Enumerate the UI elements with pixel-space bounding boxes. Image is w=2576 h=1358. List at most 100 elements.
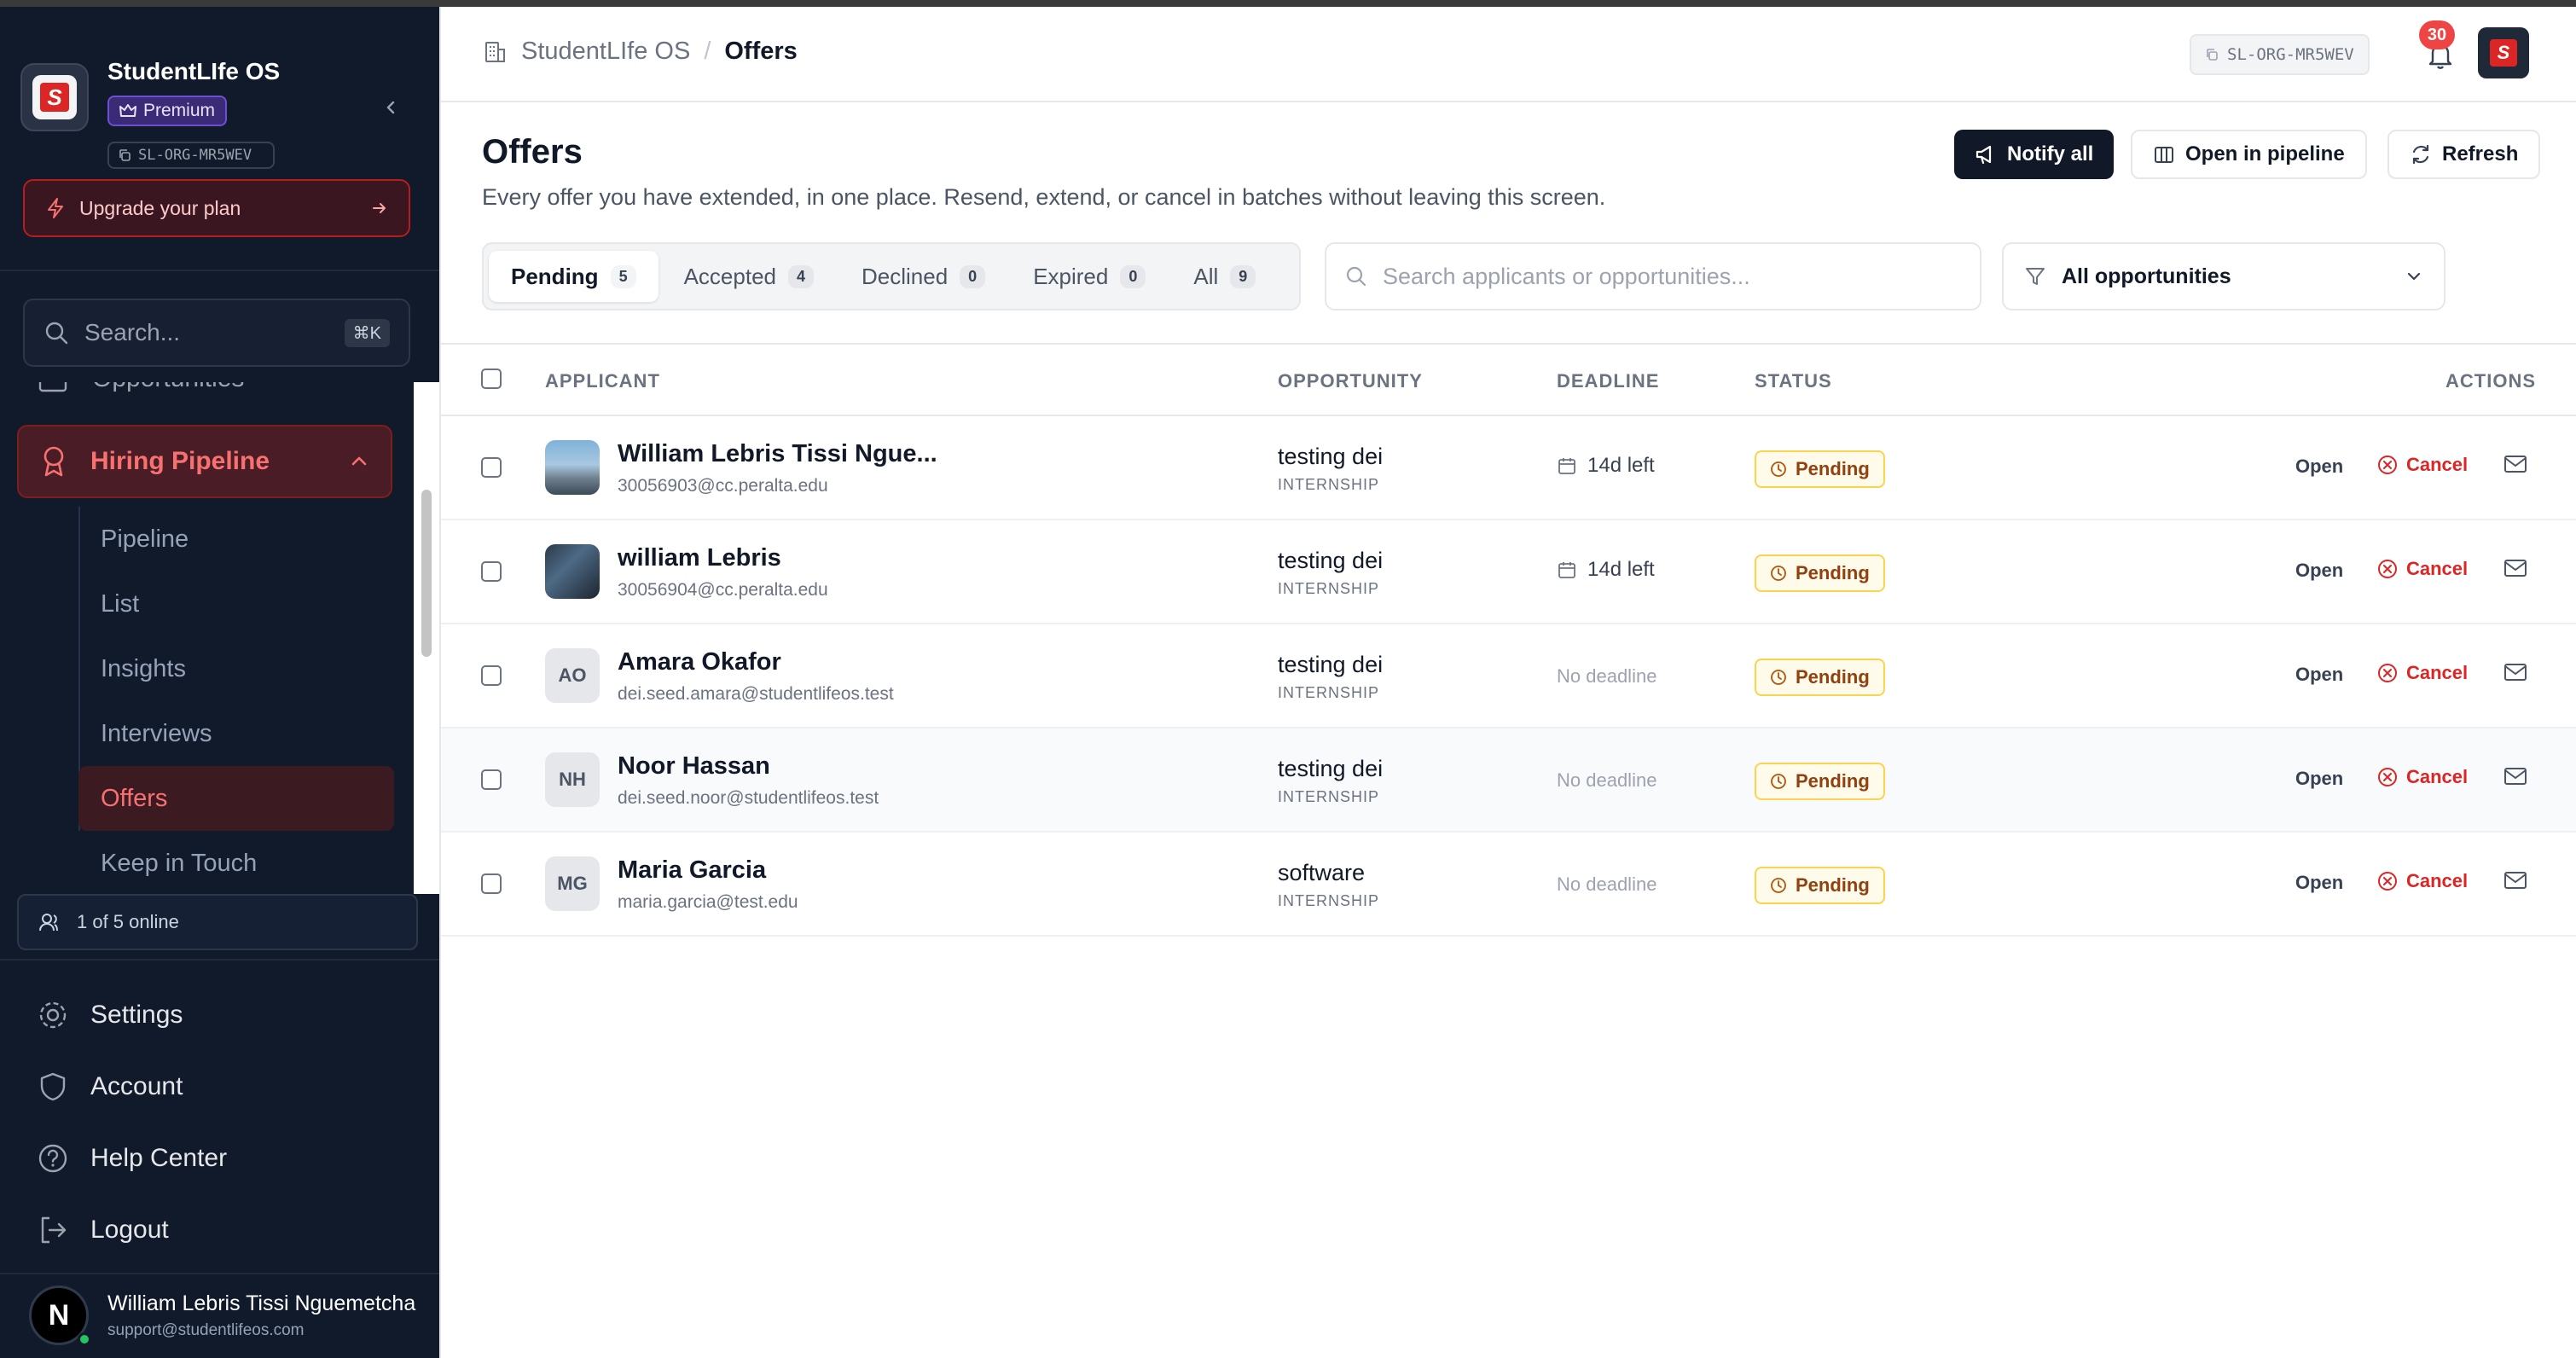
opportunity-name: testing dei — [1278, 756, 1384, 781]
header-org-avatar[interactable]: S — [2478, 27, 2529, 78]
refresh-button[interactable]: Refresh — [2387, 130, 2541, 179]
lightning-icon — [48, 198, 63, 218]
open-in-pipeline-button[interactable]: Open in pipeline — [2131, 130, 2367, 179]
sidebar-item-hiring-pipeline[interactable]: Hiring Pipeline — [17, 425, 392, 498]
open-offer-button[interactable]: Open — [2295, 560, 2343, 582]
table-row[interactable]: William Lebris Tissi Ngue... 30056903@cc… — [441, 416, 2576, 520]
tab-expired[interactable]: Expired 0 — [1011, 251, 1168, 302]
applicant-name[interactable]: william Lebris — [618, 544, 781, 572]
tab-declined[interactable]: Declined 0 — [839, 251, 1007, 302]
tab-accepted[interactable]: Accepted 4 — [662, 251, 836, 302]
sidebar-scrollbar-thumb[interactable] — [421, 490, 432, 657]
users-icon — [39, 914, 58, 931]
cancel-offer-button[interactable]: Cancel — [2377, 870, 2468, 892]
user-email: support@studentlifeos.com — [107, 1320, 305, 1339]
email-applicant-button[interactable] — [2503, 662, 2527, 687]
table-row[interactable]: william Lebris 30056904@cc.peralta.edu t… — [441, 520, 2576, 624]
open-offer-button[interactable]: Open — [2295, 456, 2343, 478]
tab-label: Expired — [1033, 263, 1109, 289]
row-checkbox[interactable] — [481, 769, 502, 790]
logo-letter: S — [40, 83, 69, 112]
tab-count: 9 — [1230, 264, 1256, 288]
deadline-cell: 14d left — [1557, 454, 1655, 478]
user-profile[interactable]: N William Lebris Tissi Nguemetcha suppor… — [0, 1273, 439, 1358]
search-input[interactable]: Search applicants or opportunities... — [1325, 242, 1981, 310]
breadcrumb-separator: / — [704, 38, 711, 65]
email-applicant-button[interactable] — [2503, 870, 2527, 895]
mail-icon — [2504, 664, 2527, 681]
column-header-deadline[interactable]: DEADLINE — [1557, 370, 1659, 392]
select-all-checkbox[interactable] — [481, 369, 502, 389]
header-org-id-text: SL-ORG-MR5WEV — [2227, 45, 2354, 64]
sidebar-search[interactable]: Search... ⌘K — [23, 299, 410, 367]
sidebar-item-help-center[interactable]: Help Center — [38, 1123, 413, 1194]
sidebar: S StudentLIfe OS Premium SL-ORG-MR5WEV U… — [0, 7, 439, 1358]
brand-logo[interactable]: S — [20, 63, 89, 131]
column-header-applicant[interactable]: APPLICANT — [545, 370, 660, 392]
cancel-offer-button[interactable]: Cancel — [2377, 662, 2468, 684]
sidebar-item-account[interactable]: Account — [38, 1051, 413, 1123]
status-badge: Pending — [1755, 554, 1885, 592]
row-checkbox[interactable] — [481, 561, 502, 582]
applicant-name[interactable]: Noor Hassan — [618, 752, 770, 781]
breadcrumb-root[interactable]: StudentLIfe OS — [521, 38, 690, 66]
sidebar-item-insights[interactable]: Insights — [78, 636, 394, 701]
notify-all-label: Notify all — [2007, 142, 2094, 165]
page-subtitle: Every offer you have extended, in one pl… — [482, 184, 1606, 210]
cancel-label: Cancel — [2406, 558, 2469, 579]
email-applicant-button[interactable] — [2503, 558, 2527, 583]
plan-label: Premium — [143, 101, 216, 120]
applicant-name[interactable]: William Lebris Tissi Ngue... — [618, 440, 937, 468]
sidebar-divider — [0, 270, 439, 271]
upgrade-plan-button[interactable]: Upgrade your plan — [23, 179, 410, 237]
applicant-name[interactable]: Amara Okafor — [618, 648, 781, 676]
cancel-label: Cancel — [2406, 870, 2469, 891]
open-offer-button[interactable]: Open — [2295, 872, 2343, 894]
table-row[interactable]: NH Noor Hassan dei.seed.noor@studentlife… — [441, 728, 2576, 833]
notify-all-button[interactable]: Notify all — [1954, 130, 2115, 179]
status-text: Pending — [1796, 666, 1870, 688]
online-count-text: 1 of 5 online — [77, 911, 179, 932]
sidebar-item-opportunities[interactable]: Opportunities — [38, 382, 244, 394]
table-row[interactable]: AO Amara Okafor dei.seed.amara@studentli… — [441, 624, 2576, 728]
cancel-offer-button[interactable]: Cancel — [2377, 454, 2468, 476]
sidebar-item-pipeline[interactable]: Pipeline — [78, 507, 394, 572]
tab-pending[interactable]: Pending 5 — [489, 251, 659, 302]
row-checkbox[interactable] — [481, 457, 502, 478]
header-org-id-chip[interactable]: SL-ORG-MR5WEV — [2190, 34, 2370, 75]
row-checkbox[interactable] — [481, 873, 502, 894]
sidebar-bottom-nav: Settings Account Help Center Logout — [38, 979, 413, 1266]
tab-all[interactable]: All 9 — [1171, 251, 1278, 302]
collapse-sidebar-button[interactable] — [375, 92, 406, 123]
upgrade-label: Upgrade your plan — [79, 196, 241, 219]
column-header-opportunity[interactable]: OPPORTUNITY — [1278, 370, 1423, 392]
sidebar-item-offers[interactable]: Offers — [78, 766, 394, 831]
org-id-chip[interactable]: SL-ORG-MR5WEV — [107, 142, 275, 169]
opportunity-filter-select[interactable]: All opportunities — [2002, 242, 2445, 310]
crown-icon — [119, 104, 136, 117]
top-header: StudentLIfe OS / Offers SL-ORG-MR5WEV 30… — [441, 7, 2576, 102]
cancel-offer-button[interactable]: Cancel — [2377, 766, 2468, 788]
status-text: Pending — [1796, 458, 1870, 479]
breadcrumb: StudentLIfe OS / Offers — [482, 38, 798, 66]
clock-icon — [1771, 774, 1786, 789]
sidebar-item-interviews[interactable]: Interviews — [78, 701, 394, 766]
table-row[interactable]: MG Maria Garcia maria.garcia@test.edu so… — [441, 833, 2576, 937]
cancel-offer-button[interactable]: Cancel — [2377, 558, 2468, 580]
sidebar-item-keep-in-touch[interactable]: Keep in Touch — [78, 831, 394, 894]
column-header-status[interactable]: STATUS — [1755, 370, 1832, 392]
tab-label: Accepted — [683, 263, 776, 289]
email-applicant-button[interactable] — [2503, 766, 2527, 791]
sidebar-item-list[interactable]: List — [78, 572, 394, 636]
table-header: APPLICANT OPPORTUNITY DEADLINE STATUS AC… — [441, 343, 2576, 416]
sidebar-item-logout[interactable]: Logout — [38, 1194, 413, 1266]
applicant-email: 30056903@cc.peralta.edu — [618, 476, 828, 496]
open-offer-button[interactable]: Open — [2295, 768, 2343, 790]
online-users[interactable]: 1 of 5 online — [17, 894, 418, 950]
email-applicant-button[interactable] — [2503, 454, 2527, 479]
sidebar-item-settings[interactable]: Settings — [38, 979, 413, 1051]
open-offer-button[interactable]: Open — [2295, 664, 2343, 686]
row-checkbox[interactable] — [481, 665, 502, 686]
applicant-name[interactable]: Maria Garcia — [618, 856, 766, 885]
settings-label: Settings — [90, 1001, 183, 1029]
